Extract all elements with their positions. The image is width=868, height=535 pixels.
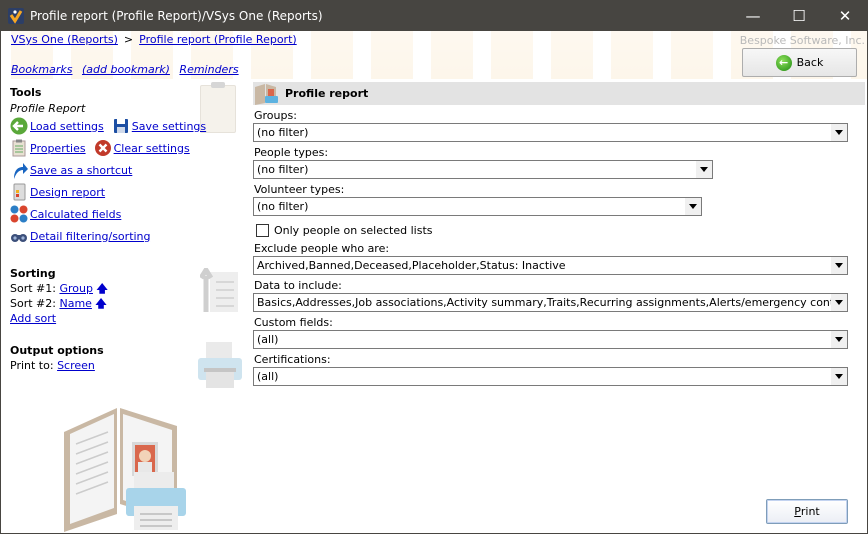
data-include-dropdown[interactable]: Basics,Addresses,Job associations,Activi…: [253, 293, 848, 312]
back-arrow-icon: ←: [775, 54, 792, 71]
breadcrumb-profile-report[interactable]: Profile report (Profile Report): [139, 33, 297, 46]
data-include-dropdown-arrow-icon[interactable]: [831, 294, 847, 311]
only-selected-lists-row[interactable]: Only people on selected lists: [253, 222, 865, 238]
print-to-link[interactable]: Screen: [57, 359, 95, 372]
save-shortcut-button[interactable]: Save as a shortcut: [10, 161, 132, 179]
window-title: Profile report (Profile Report)/VSys One…: [30, 8, 323, 23]
clipboard-icon: [10, 139, 28, 157]
only-selected-lists-label: Only people on selected lists: [274, 223, 433, 237]
properties-link[interactable]: Properties: [30, 142, 86, 155]
detail-filtering-link[interactable]: Detail filtering/sorting: [30, 230, 151, 243]
people-types-dropdown[interactable]: (no filter): [253, 160, 713, 179]
groups-label: Groups:: [254, 109, 297, 122]
custom-fields-dropdown[interactable]: (all): [253, 330, 848, 349]
sort-2-ascending-arrow-icon[interactable]: 🡅: [95, 297, 106, 310]
only-selected-lists-checkbox[interactable]: [256, 223, 269, 237]
groups-value: (no filter): [257, 126, 309, 139]
custom-fields-label: Custom fields:: [254, 316, 333, 329]
exclude-dropdown[interactable]: Archived,Banned,Deceased,Placeholder,Sta…: [253, 256, 848, 275]
clear-settings-button[interactable]: Clear settings: [94, 139, 190, 157]
output-options-heading: Output options: [10, 344, 104, 357]
breadcrumb: VSys One (Reports) > Profile report (Profi…: [11, 33, 297, 46]
sort-1-label: Sort #1:: [10, 282, 56, 295]
design-report-link[interactable]: Design report: [30, 186, 105, 199]
volunteer-types-dropdown[interactable]: (no filter): [253, 197, 702, 216]
binoculars-icon: [10, 227, 28, 245]
exclude-label: Exclude people who are:: [254, 242, 390, 255]
calculated-fields-button[interactable]: Calculated fields: [10, 205, 121, 223]
sorting-heading: Sorting: [10, 267, 56, 280]
people-types-value: (no filter): [257, 163, 309, 176]
design-report-icon: [10, 183, 28, 201]
exclude-value: Archived,Banned,Deceased,Placeholder,Sta…: [257, 259, 566, 272]
panel-header: Profile report: [253, 82, 865, 105]
add-sort-link[interactable]: Add sort: [10, 312, 56, 325]
app-logo-icon: [8, 7, 24, 24]
load-arrow-icon: [10, 117, 28, 135]
groups-dropdown-arrow-icon[interactable]: [831, 124, 847, 141]
clear-x-icon: [94, 139, 112, 157]
sort-1-ascending-arrow-icon[interactable]: 🡅: [96, 282, 107, 295]
sort-1-row: Sort #1: Group 🡅: [10, 281, 250, 296]
print-button-label: rint: [800, 505, 820, 518]
panel-title: Profile report: [285, 87, 369, 100]
tools-heading: Tools: [10, 86, 42, 99]
print-accelerator: P: [794, 505, 801, 518]
print-button[interactable]: Print: [766, 499, 848, 524]
save-shortcut-link[interactable]: Save as a shortcut: [30, 164, 132, 177]
detail-filtering-button[interactable]: Detail filtering/sorting: [10, 227, 151, 245]
calculated-fields-link[interactable]: Calculated fields: [30, 208, 121, 221]
load-settings-link[interactable]: Load settings: [30, 120, 104, 133]
sort-1-field-link[interactable]: Group: [59, 282, 93, 295]
save-settings-button[interactable]: Save settings: [112, 117, 206, 135]
floppy-disk-icon: [112, 117, 130, 135]
data-include-label: Data to include:: [254, 279, 342, 292]
close-button[interactable]: ✕: [822, 0, 868, 31]
breadcrumb-vsys-one[interactable]: VSys One (Reports): [11, 33, 118, 46]
profile-book-illustration-icon: [62, 404, 192, 532]
reminders-link[interactable]: Reminders: [179, 63, 238, 76]
back-button-label: Back: [796, 56, 824, 69]
groups-dropdown[interactable]: (no filter): [253, 123, 848, 142]
custom-fields-value: (all): [257, 333, 279, 346]
print-to-label: Print to:: [10, 359, 54, 372]
breadcrumb-separator: >: [123, 33, 134, 46]
custom-fields-dropdown-arrow-icon[interactable]: [831, 331, 847, 348]
sort-2-field-link[interactable]: Name: [59, 297, 91, 310]
save-settings-link[interactable]: Save settings: [132, 120, 206, 133]
people-types-label: People types:: [254, 146, 329, 159]
certifications-label: Certifications:: [254, 353, 331, 366]
properties-button[interactable]: Properties: [10, 139, 86, 157]
back-button[interactable]: ← Back: [742, 48, 857, 77]
report-options-panel: Profile report Groups: (no filter) Peopl…: [253, 82, 865, 386]
volunteer-types-value: (no filter): [257, 200, 309, 213]
left-panel: Tools Profile Report Load settings Save …: [10, 86, 250, 373]
minimize-button[interactable]: —: [730, 0, 776, 31]
sort-2-row: Sort #2: Name 🡅: [10, 296, 250, 311]
people-types-dropdown-arrow-icon[interactable]: [696, 161, 712, 178]
company-name: Bespoke Software, Inc.: [739, 34, 865, 47]
data-include-value: Basics,Addresses,Job associations,Activi…: [257, 296, 831, 309]
bookmark-links: Bookmarks (add bookmark) Reminders: [11, 63, 245, 76]
add-bookmark-link[interactable]: (add bookmark): [82, 63, 170, 76]
profile-report-icon: [254, 83, 278, 105]
certifications-dropdown[interactable]: (all): [253, 367, 848, 386]
calculator-icon: [10, 205, 28, 223]
sort-2-label: Sort #2:: [10, 297, 56, 310]
clear-settings-link[interactable]: Clear settings: [114, 142, 190, 155]
certifications-dropdown-arrow-icon[interactable]: [831, 368, 847, 385]
load-settings-button[interactable]: Load settings: [10, 117, 104, 135]
design-report-button[interactable]: Design report: [10, 183, 105, 201]
bookmarks-link[interactable]: Bookmarks: [11, 63, 72, 76]
print-to-row: Print to: Screen: [10, 358, 250, 373]
shortcut-arrow-icon: [10, 161, 28, 179]
certifications-value: (all): [257, 370, 279, 383]
title-bar: Profile report (Profile Report)/VSys One…: [0, 0, 868, 31]
exclude-dropdown-arrow-icon[interactable]: [831, 257, 847, 274]
volunteer-types-dropdown-arrow-icon[interactable]: [685, 198, 701, 215]
tools-subtitle: Profile Report: [10, 102, 86, 115]
maximize-button[interactable]: ☐: [776, 0, 822, 31]
volunteer-types-label: Volunteer types:: [254, 183, 345, 196]
